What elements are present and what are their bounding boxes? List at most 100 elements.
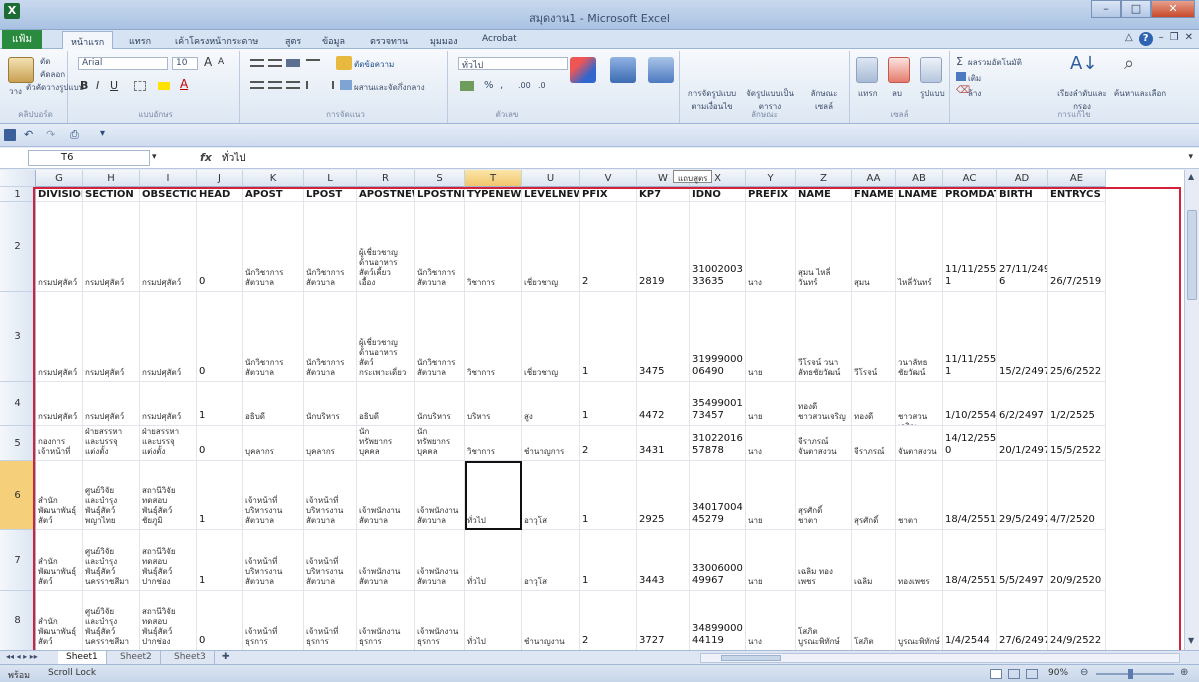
paste-icon[interactable] [8,57,34,83]
data-cell[interactable]: กรมปศุสัตว์ [140,202,197,292]
customize-qat-icon[interactable]: ▾ [100,128,105,139]
close-button[interactable]: ✕ [1151,0,1195,18]
data-cell[interactable]: เจ้าพนักงาน สัตวบาล [357,461,415,530]
merge-center-icon[interactable] [340,80,352,90]
data-cell[interactable]: 1 [197,461,243,530]
header-cell[interactable]: DIVISION [36,187,83,202]
column-header[interactable]: Z [796,170,852,187]
data-cell[interactable]: ทองดี [852,382,896,426]
data-cell[interactable]: 24/9/2522 [1048,591,1106,650]
maximize-button[interactable]: □ [1121,0,1151,18]
spreadsheet-grid[interactable]: GHIJKLRSTUVWXYZAAABACADAE 1DIVISIONSECTI… [0,170,1199,650]
print-preview-icon[interactable]: ⎙ [70,128,79,142]
column-header[interactable]: AD [997,170,1048,187]
data-cell[interactable]: จีราภรณ์ จันตาสงวน [796,426,852,461]
row-header[interactable]: 3 [0,292,36,382]
data-cell[interactable]: 1/10/2554 [943,382,997,426]
data-cell[interactable]: อาวุโส [522,530,580,591]
tab-review[interactable]: ตรวจทาน [370,34,408,48]
data-cell[interactable]: บุคลากร [243,426,304,461]
data-cell[interactable]: 15/5/2522 [1048,426,1106,461]
data-cell[interactable]: กรมปศุสัตว์ [83,202,140,292]
italic-icon[interactable]: I [96,79,99,92]
data-cell[interactable]: 1 [197,530,243,591]
data-cell[interactable]: ฝ่ายสรรหา และบรรจุ แต่งตั้ง [140,426,197,461]
delete-button[interactable]: ลบ [892,87,902,100]
header-cell[interactable]: BIRTH [997,187,1048,202]
merge-center-button[interactable]: ผสานและจัดกึ่งกลาง [354,81,425,94]
data-cell[interactable]: นักบริหาร [304,382,357,426]
data-cell[interactable]: สถานีวิจัย ทดสอบ พันธุ์สัตว์ ปากช่อง [140,530,197,591]
help-icon[interactable]: ? [1138,32,1153,46]
cell-styles-icon[interactable] [648,57,674,83]
tab-insert[interactable]: แทรก [129,34,151,48]
increase-indent-icon[interactable] [322,81,334,89]
name-box-dropdown-icon[interactable]: ▾ [152,152,157,162]
data-cell[interactable]: นัก ทรัพยากร บุคคล [357,426,415,461]
column-header[interactable]: S [415,170,465,187]
row-header[interactable]: 8 [0,591,36,650]
data-cell[interactable]: เจ้าหน้าที่ บริหารงาน สัตวบาล [243,461,304,530]
data-cell[interactable]: 31002003 33635 [690,202,746,292]
border-icon[interactable] [134,81,146,91]
comma-icon[interactable]: , [500,80,503,91]
data-cell[interactable]: เจ้าหน้าที่ บริหารงาน สัตวบาล [243,530,304,591]
data-cell[interactable]: นักวิชาการ สัตวบาล [243,202,304,292]
header-cell[interactable]: PREFIX [746,187,796,202]
align-bottom-icon[interactable] [286,59,300,67]
data-cell[interactable]: ชำนาญการ [522,426,580,461]
data-cell[interactable]: 3431 [637,426,690,461]
data-cell[interactable]: 0 [197,202,243,292]
data-cell[interactable]: เจ้าหน้าที่ บริหารงาน สัตวบาล [304,461,357,530]
column-header[interactable]: U [522,170,580,187]
data-cell[interactable]: นักวิชาการ สัตวบาล [304,292,357,382]
data-cell[interactable]: ผู้เชี่ยวชาญ ด้านอาหาร สัตว์เคี้ยว เอื้อ… [357,202,415,292]
column-header[interactable]: G [36,170,83,187]
format-button[interactable]: รูปแบบ [920,87,945,100]
data-cell[interactable]: ชาตา [896,461,943,530]
data-cell[interactable]: ศูนย์วิจัย และบำรุง พันธุ์สัตว์ พญาไทย [83,461,140,530]
percent-icon[interactable]: % [484,80,494,91]
underline-icon[interactable]: U [110,79,118,92]
data-cell[interactable]: สำนัก พัฒนาพันธุ์ สัตว์ [36,461,83,530]
data-cell[interactable]: วิชาการ [465,202,522,292]
data-cell[interactable]: ชาวสวนเจริญ [896,382,943,426]
select-all-corner[interactable] [0,170,36,187]
data-cell[interactable]: นาง [746,426,796,461]
name-box[interactable]: T6 [28,150,150,166]
header-cell[interactable]: HEAD [197,187,243,202]
data-cell[interactable]: เจ้าหน้าที่ ธุรการ [304,591,357,650]
data-cell[interactable]: 2925 [637,461,690,530]
autosum-button[interactable]: ผลรวมอัตโนมัติ [968,56,1022,69]
data-cell[interactable]: 11/11/255 1 [943,292,997,382]
column-header[interactable]: I [140,170,197,187]
data-cell[interactable]: 27/11/249 6 [997,202,1048,292]
data-cell[interactable]: สุรศักดิ์ ชาตา [796,461,852,530]
data-cell[interactable]: สถานีวิจัย ทดสอบ พันธุ์สัตว์ ปากช่อง [140,591,197,650]
scroll-up-icon[interactable]: ▲ [1188,172,1194,181]
header-cell[interactable]: KP7 [637,187,690,202]
decrease-indent-icon[interactable] [306,81,318,89]
data-cell[interactable]: 11/11/255 1 [943,202,997,292]
data-cell[interactable]: นาย [746,382,796,426]
zoom-out-icon[interactable]: ⊖ [1080,667,1088,678]
row-header[interactable]: 4 [0,382,36,426]
data-cell[interactable]: โสภิต บูรณะพิทักษ์ [796,591,852,650]
data-cell[interactable]: 2819 [637,202,690,292]
align-right-icon[interactable] [286,81,300,89]
column-header[interactable]: Y [746,170,796,187]
doc-minimize-icon[interactable]: – [1159,32,1164,46]
data-cell[interactable]: 20/1/2497 [997,426,1048,461]
data-cell[interactable]: เจ้าพนักงาน สัตวบาล [415,530,465,591]
data-cell[interactable]: 14/12/255 0 [943,426,997,461]
undo-icon[interactable]: ↶ [24,128,33,141]
formula-input[interactable]: ทั่วไป [222,151,246,166]
data-cell[interactable]: ศูนย์วิจัย และบำรุง พันธุ์สัตว์ นครราชสี… [83,530,140,591]
data-cell[interactable]: 2 [580,426,637,461]
wrap-text-icon[interactable] [336,56,352,70]
wrap-text-button[interactable]: ตัดข้อความ [354,58,394,71]
data-cell[interactable]: กรมปศุสัตว์ [83,292,140,382]
column-header[interactable]: AB [896,170,943,187]
new-sheet-icon[interactable]: ✚ [222,652,230,662]
sheet-nav-icon[interactable]: ◂◂ ◂ ▸ ▸▸ [6,652,38,661]
